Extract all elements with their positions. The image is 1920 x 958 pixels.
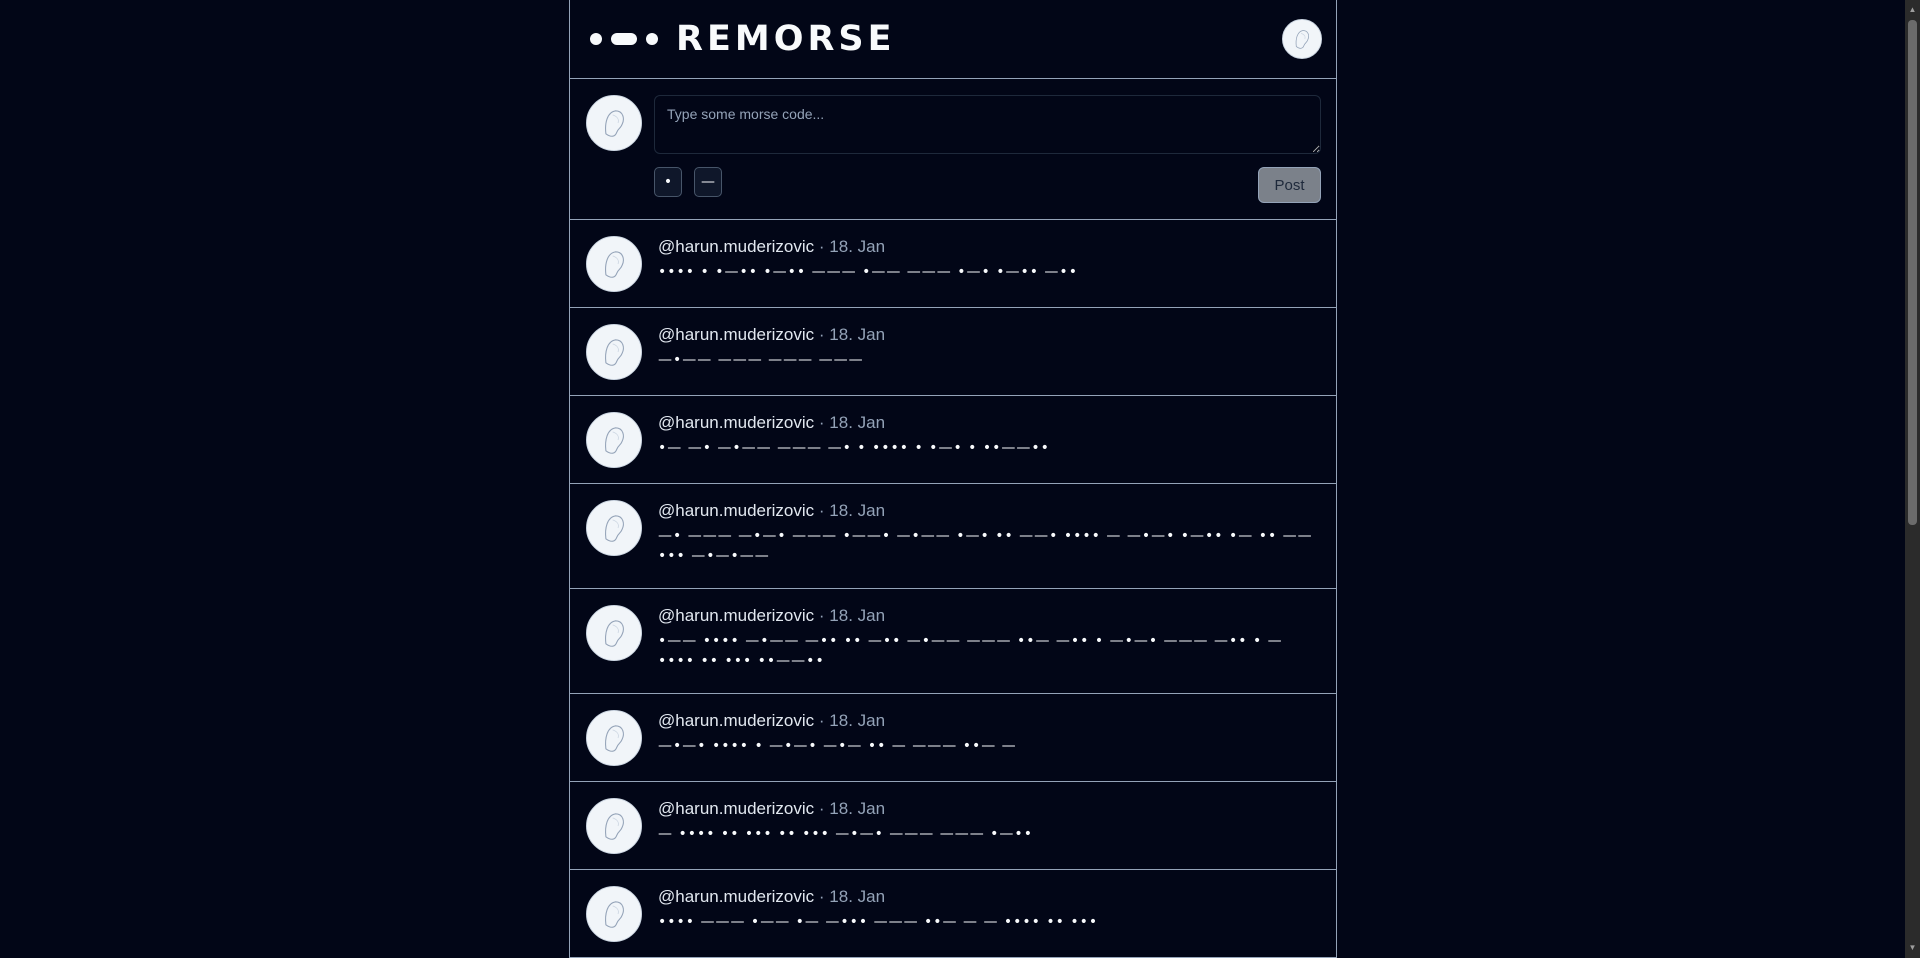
morse-input[interactable] xyxy=(654,95,1321,154)
scroll-up-icon[interactable]: ▲ xyxy=(1908,4,1917,16)
post-date: 18. Jan xyxy=(829,325,886,344)
post-username[interactable]: @harun.muderizovic xyxy=(658,501,814,520)
post-body: •••• • •—•• •—•• ——— •—— ——— •—• •—•• —•… xyxy=(658,264,1078,280)
meta-separator: · xyxy=(818,501,825,520)
post-date: 18. Jan xyxy=(829,501,886,520)
morse-logo-icon xyxy=(590,33,658,45)
post-username[interactable]: @harun.muderizovic xyxy=(658,711,814,730)
user-avatar-icon xyxy=(587,501,641,555)
post-avatar[interactable] xyxy=(586,412,642,468)
app-header: REMORSE xyxy=(570,0,1336,79)
app-logo[interactable]: REMORSE xyxy=(590,18,896,59)
user-avatar-icon xyxy=(587,413,641,467)
meta-separator: · xyxy=(818,325,825,344)
post-meta: @harun.muderizovic · 18. Jan xyxy=(658,886,1320,908)
post-date: 18. Jan xyxy=(829,799,886,818)
post-meta: @harun.muderizovic · 18. Jan xyxy=(658,710,1320,732)
brand-name: REMORSE xyxy=(676,18,896,59)
post-username[interactable]: @harun.muderizovic xyxy=(658,799,814,818)
post-body: •— —• —•—— ——— —• • •••• • •—• • ••——•• xyxy=(658,440,1050,456)
post-meta: @harun.muderizovic · 18. Jan xyxy=(658,500,1320,522)
user-avatar-icon xyxy=(587,799,641,853)
post-avatar[interactable] xyxy=(586,236,642,292)
post-body: —•—• •••• • —•—• —•— •• — ——— ••— — xyxy=(658,738,1017,754)
post-avatar[interactable] xyxy=(586,500,642,556)
post-username[interactable]: @harun.muderizovic xyxy=(658,606,814,625)
post-avatar[interactable] xyxy=(586,605,642,661)
post-meta: @harun.muderizovic · 18. Jan xyxy=(658,605,1320,627)
post-button[interactable]: Post xyxy=(1258,167,1321,203)
post-date: 18. Jan xyxy=(829,413,886,432)
post-body: •••• ——— •—— •— —••• ——— ••— — — •••• ••… xyxy=(658,914,1099,930)
meta-separator: · xyxy=(818,711,825,730)
dot-button[interactable]: • xyxy=(654,167,682,197)
post-date: 18. Jan xyxy=(829,237,886,256)
post-item: @harun.muderizovic · 18. Jan •—— •••• —•… xyxy=(570,589,1336,694)
scrollbar-thumb[interactable] xyxy=(1908,20,1917,525)
post-avatar[interactable] xyxy=(586,798,642,854)
post-body: — •••• •• ••• •• ••• —•—• ——— ——— •—•• xyxy=(658,826,1033,842)
meta-separator: · xyxy=(818,799,825,818)
post-date: 18. Jan xyxy=(829,606,886,625)
post-item: @harun.muderizovic · 18. Jan —• ——— —•—•… xyxy=(570,484,1336,589)
post-avatar[interactable] xyxy=(586,886,642,942)
meta-separator: · xyxy=(818,887,825,906)
post-body: •—— •••• —•—— —•• •• —•• —•—— ——— ••— —•… xyxy=(658,633,1283,669)
meta-separator: · xyxy=(818,237,825,256)
user-avatar-icon xyxy=(587,325,641,379)
post-item: @harun.muderizovic · 18. Jan — •••• •• •… xyxy=(570,782,1336,870)
dash-button[interactable]: — xyxy=(694,167,722,197)
user-avatar-icon xyxy=(587,711,641,765)
post-item: @harun.muderizovic · 18. Jan •••• ——— •—… xyxy=(570,870,1336,958)
post-username[interactable]: @harun.muderizovic xyxy=(658,237,814,256)
user-avatar-icon xyxy=(587,887,641,941)
page-scrollbar[interactable]: ▲ ▼ xyxy=(1905,0,1920,958)
post-feed: @harun.muderizovic · 18. Jan •••• • •—••… xyxy=(570,220,1336,958)
main-column: REMORSE • — Post xyxy=(569,0,1337,958)
post-username[interactable]: @harun.muderizovic xyxy=(658,413,814,432)
scroll-down-icon[interactable]: ▼ xyxy=(1908,942,1917,954)
post-username[interactable]: @harun.muderizovic xyxy=(658,325,814,344)
post-meta: @harun.muderizovic · 18. Jan xyxy=(658,324,1320,346)
post-date: 18. Jan xyxy=(829,711,886,730)
post-username[interactable]: @harun.muderizovic xyxy=(658,887,814,906)
user-avatar-icon xyxy=(1283,20,1321,58)
user-avatar-icon xyxy=(587,237,641,291)
post-date: 18. Jan xyxy=(829,887,886,906)
post-item: @harun.muderizovic · 18. Jan •— —• —•—— … xyxy=(570,396,1336,484)
user-avatar-icon xyxy=(587,606,641,660)
post-composer: • — Post xyxy=(570,79,1336,220)
user-avatar-icon xyxy=(587,96,641,150)
post-item: @harun.muderizovic · 18. Jan •••• • •—••… xyxy=(570,220,1336,308)
meta-separator: · xyxy=(818,606,825,625)
post-item: @harun.muderizovic · 18. Jan —•—— ——— ——… xyxy=(570,308,1336,396)
post-body: —•—— ——— ——— ——— xyxy=(658,352,864,368)
page: REMORSE • — Post xyxy=(0,0,1920,958)
profile-avatar[interactable] xyxy=(1282,19,1322,59)
composer-avatar xyxy=(586,95,642,151)
post-meta: @harun.muderizovic · 18. Jan xyxy=(658,236,1320,258)
post-meta: @harun.muderizovic · 18. Jan xyxy=(658,798,1320,820)
post-avatar[interactable] xyxy=(586,324,642,380)
post-avatar[interactable] xyxy=(586,710,642,766)
meta-separator: · xyxy=(818,413,825,432)
post-body: —• ——— —•—• ——— •——• —•—— •—• •• ——• •••… xyxy=(658,528,1313,564)
post-item: @harun.muderizovic · 18. Jan —•—• •••• •… xyxy=(570,694,1336,782)
post-meta: @harun.muderizovic · 18. Jan xyxy=(658,412,1320,434)
